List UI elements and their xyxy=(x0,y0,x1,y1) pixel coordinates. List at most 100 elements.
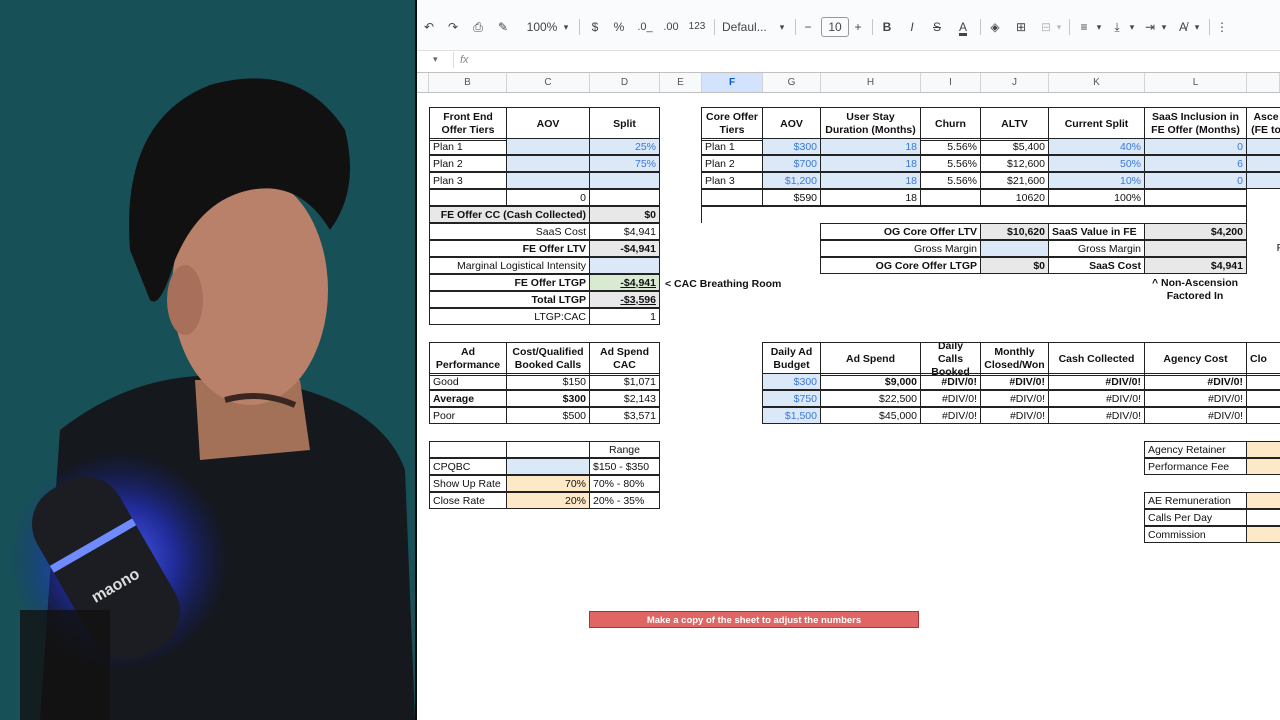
table-cell[interactable]: Plan 2 xyxy=(701,155,763,172)
table-cell[interactable]: 40% xyxy=(1048,138,1145,155)
table-header[interactable]: ALTV xyxy=(980,107,1049,141)
table-header[interactable]: Churn xyxy=(920,107,981,141)
table-cell[interactable]: #DIV/0! xyxy=(980,390,1049,407)
table-header[interactable]: Ad Spend CAC xyxy=(589,342,660,376)
more-formats-button[interactable]: 123 xyxy=(687,16,707,38)
table-cell[interactable] xyxy=(429,189,507,206)
table-cell[interactable]: 0 xyxy=(1144,138,1247,155)
table-cell[interactable]: #DIV/0! xyxy=(1144,373,1247,390)
total-ltgp-label[interactable]: Total LTGP xyxy=(429,291,590,308)
italic-button[interactable]: I xyxy=(904,16,920,38)
table-cell[interactable] xyxy=(506,138,590,155)
ltgp-cac-label[interactable]: LTGP:CAC xyxy=(429,308,590,325)
table-header[interactable]: Front End Offer Tiers xyxy=(429,107,507,141)
table-header[interactable]: Current Split xyxy=(1048,107,1145,141)
table-cell[interactable]: $300 xyxy=(762,373,821,390)
table-cell[interactable]: Close Rate xyxy=(429,492,507,509)
column-header-b[interactable]: B xyxy=(429,73,507,92)
table-cell[interactable] xyxy=(589,172,660,189)
column-header-j[interactable]: J xyxy=(981,73,1049,92)
table-cell[interactable]: $750 xyxy=(762,390,821,407)
table-header[interactable]: Monthly Closed/Won xyxy=(980,342,1049,376)
currency-button[interactable]: $ xyxy=(587,16,603,38)
table-cell[interactable]: $300 xyxy=(762,138,821,155)
table-cell[interactable]: 10620 xyxy=(980,189,1049,206)
table-cell[interactable]: $1,500 xyxy=(762,407,821,424)
table-cell[interactable]: $5,400 xyxy=(980,138,1049,155)
table-cell[interactable]: Commission xyxy=(1144,526,1247,543)
table-cell[interactable]: 50% xyxy=(1048,155,1145,172)
gross-margin-value[interactable] xyxy=(980,240,1049,257)
table-cell[interactable]: 100% xyxy=(1048,189,1145,206)
text-color-button[interactable]: A xyxy=(954,16,972,38)
total-ltgp-value[interactable]: -$3,596 xyxy=(589,291,660,308)
table-cell[interactable] xyxy=(1246,458,1280,475)
table-cell[interactable]: Show Up Rate xyxy=(429,475,507,492)
table-header[interactable]: Ad Spend xyxy=(820,342,921,376)
saas-cost-label[interactable]: SaaS Cost xyxy=(429,223,590,240)
table-cell[interactable]: $150 - $350 xyxy=(589,458,660,475)
text-wrap-icon[interactable]: ⇥ xyxy=(1142,16,1158,38)
table-cell[interactable] xyxy=(1144,189,1247,206)
column-header-d[interactable]: D xyxy=(590,73,660,92)
align-vertical-icon[interactable]: ⤓ xyxy=(1109,16,1125,38)
saas-cost-label-2[interactable]: SaaS Cost xyxy=(1048,257,1145,274)
fe-ltv-label[interactable]: FE Offer LTV xyxy=(429,240,590,257)
chevron-down-icon[interactable]: ▾ xyxy=(1127,16,1137,38)
table-cell[interactable] xyxy=(506,172,590,189)
table-cell[interactable]: Poor xyxy=(429,407,507,424)
table-cell[interactable]: 10% xyxy=(1048,172,1145,189)
fe-ltv-value[interactable]: -$4,941 xyxy=(589,240,660,257)
undo-icon[interactable]: ↶ xyxy=(420,16,438,38)
table-header[interactable]: Daily Calls Booked xyxy=(920,342,981,376)
table-cell[interactable]: 75% xyxy=(589,155,660,172)
og-ltv-value[interactable]: $10,620 xyxy=(980,223,1049,240)
more-options-icon[interactable]: ⋮ xyxy=(1215,16,1229,38)
table-cell[interactable] xyxy=(1246,172,1280,189)
table-cell[interactable]: $150 xyxy=(506,373,590,390)
table-cell[interactable]: $590 xyxy=(762,189,821,206)
table-header[interactable]: User Stay Duration (Months) xyxy=(820,107,921,141)
table-cell[interactable]: Good xyxy=(429,373,507,390)
gross-margin-label-2[interactable]: Gross Margin xyxy=(1048,240,1145,257)
table-cell[interactable]: Average xyxy=(429,390,507,407)
table-header[interactable]: Ad Performance xyxy=(429,342,507,376)
table-cell[interactable]: $21,600 xyxy=(980,172,1049,189)
table-cell[interactable]: #DIV/0! xyxy=(980,373,1049,390)
paint-format-icon[interactable]: ✎ xyxy=(494,16,512,38)
table-cell[interactable]: $12,600 xyxy=(980,155,1049,172)
table-cell[interactable]: #DIV/0! xyxy=(1048,407,1145,424)
table-cell[interactable]: 5.56% xyxy=(920,155,981,172)
table-cell[interactable]: $500 xyxy=(506,407,590,424)
table-cell[interactable] xyxy=(1246,373,1280,390)
table-cell[interactable] xyxy=(1246,492,1280,509)
table-cell[interactable] xyxy=(1246,155,1280,172)
table-cell[interactable]: #DIV/0! xyxy=(920,407,981,424)
table-cell[interactable]: 20% - 35% xyxy=(589,492,660,509)
table-cell[interactable] xyxy=(1246,390,1280,407)
formula-input[interactable] xyxy=(479,53,1269,69)
table-header[interactable]: AOV xyxy=(762,107,821,141)
table-cell[interactable]: $300 xyxy=(506,390,590,407)
bold-button[interactable]: B xyxy=(879,16,895,38)
table-header[interactable]: Cost/Qualified Booked Calls xyxy=(506,342,590,376)
table-cell[interactable] xyxy=(1246,509,1280,526)
font-size-increase-button[interactable]: + xyxy=(851,16,865,38)
column-header-h[interactable]: H xyxy=(821,73,921,92)
saas-fe-value[interactable]: $4,200 xyxy=(1144,223,1247,240)
font-size-input[interactable]: 10 xyxy=(821,17,849,37)
table-cell[interactable]: 18 xyxy=(820,138,921,155)
table-cell[interactable]: 18 xyxy=(820,172,921,189)
increase-decimal-button[interactable]: .00 xyxy=(660,16,682,38)
merge-cells-icon[interactable]: ⊟ xyxy=(1038,16,1054,38)
chevron-down-icon[interactable]: ▾ xyxy=(561,16,571,38)
table-cell[interactable]: Calls Per Day xyxy=(1144,509,1247,526)
table-cell[interactable]: $1,071 xyxy=(589,373,660,390)
table-header[interactable]: Daily Ad Budget xyxy=(762,342,821,376)
fe-ltgp-label[interactable]: FE Offer LTGP xyxy=(429,274,590,291)
font-select[interactable]: Defaul... xyxy=(722,16,776,38)
table-cell[interactable] xyxy=(1246,526,1280,543)
column-header-c[interactable]: C xyxy=(507,73,590,92)
font-size-decrease-button[interactable]: − xyxy=(801,16,815,38)
table-header[interactable]: Split xyxy=(589,107,660,141)
